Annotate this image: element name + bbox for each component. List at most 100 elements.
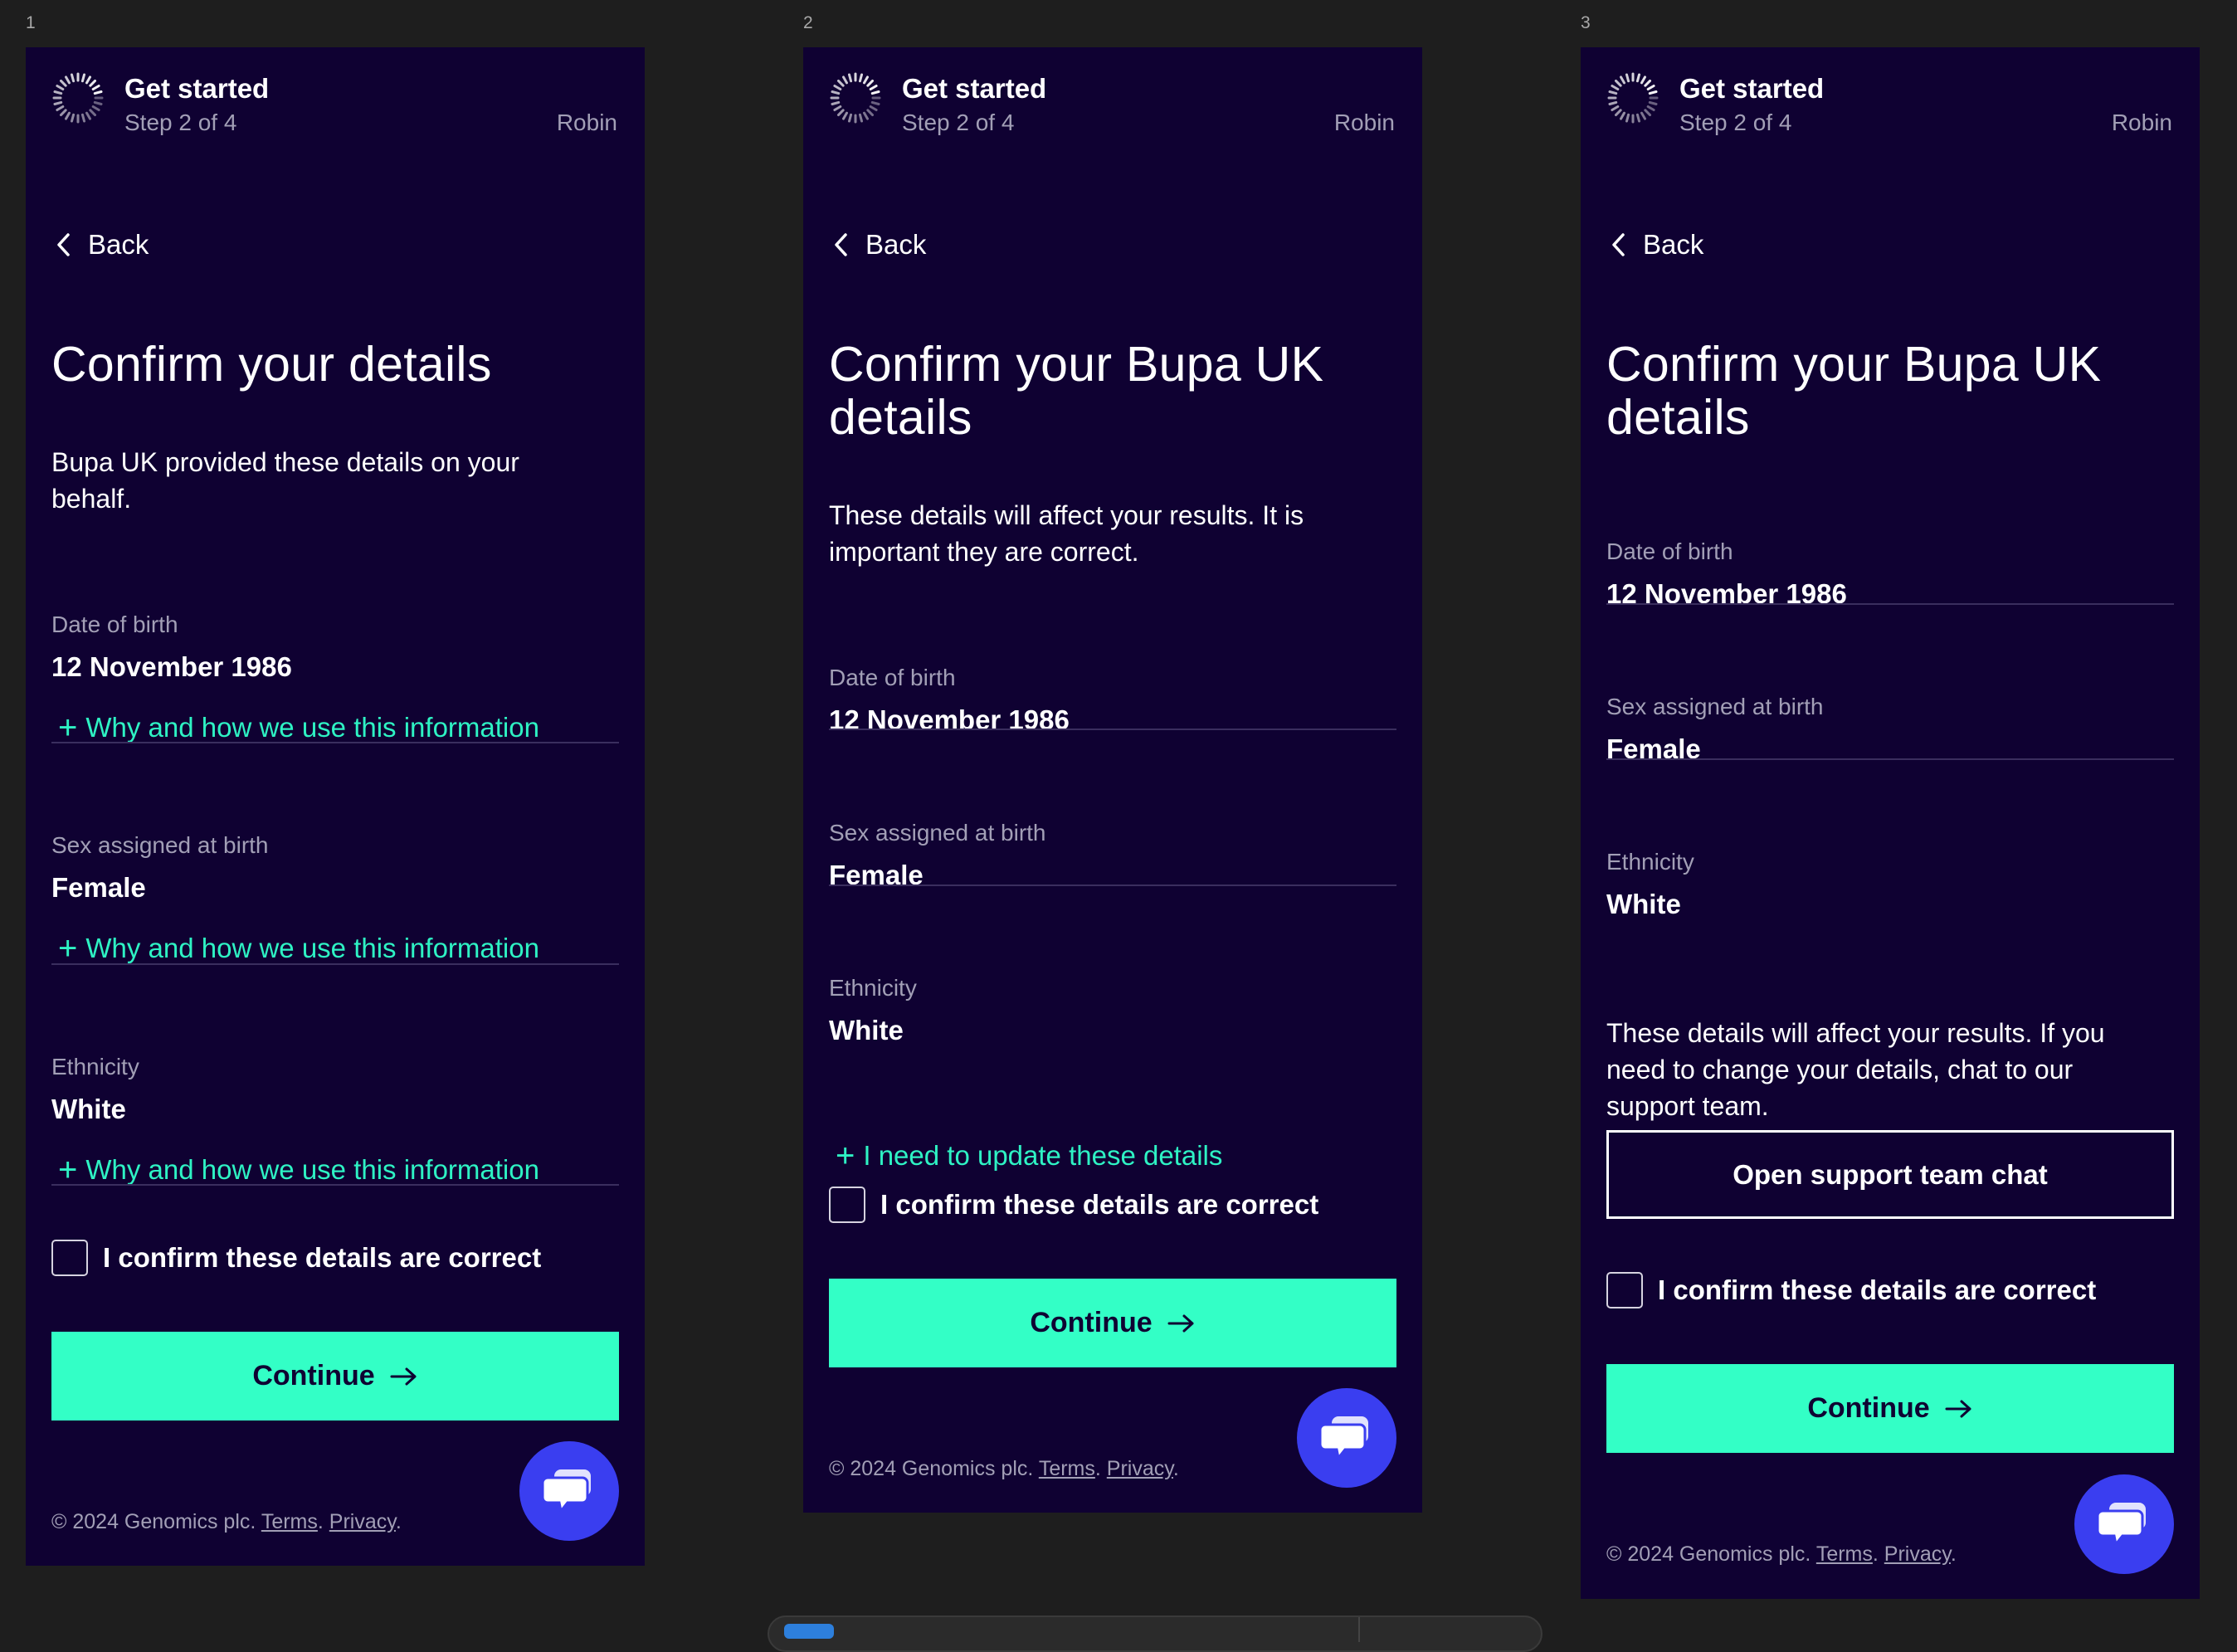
continue-button[interactable]: Continue bbox=[1606, 1364, 2174, 1453]
confirm-checkbox-row[interactable]: I confirm these details are correct bbox=[829, 1184, 1318, 1226]
continue-button[interactable]: Continue bbox=[51, 1332, 619, 1421]
footer: © 2024 Genomics plc. Terms. Privacy. bbox=[829, 1457, 1179, 1480]
footer: © 2024 Genomics plc. Terms. Privacy. bbox=[51, 1510, 402, 1533]
field-label-dob: Date of birth bbox=[829, 665, 956, 690]
privacy-link[interactable]: Privacy bbox=[1107, 1457, 1173, 1480]
continue-label: Continue bbox=[252, 1360, 375, 1391]
why-info-label: Why and how we use this information bbox=[85, 933, 539, 963]
chevron-left-icon bbox=[1612, 233, 1625, 256]
back-link[interactable]: Back bbox=[829, 227, 926, 263]
divider bbox=[1606, 603, 2174, 605]
field-label-dob: Date of birth bbox=[51, 612, 178, 637]
field-value-dob: 12 November 1986 bbox=[1606, 578, 1847, 609]
back-link[interactable]: Back bbox=[51, 227, 149, 263]
field-value-ethnicity: White bbox=[51, 1094, 126, 1124]
frame-confirm-details-v3: Get started Step 2 of 4 Robin Back Confi… bbox=[1581, 47, 2200, 1599]
chat-bubbles-icon bbox=[2098, 1503, 2146, 1547]
confirm-checkbox[interactable] bbox=[829, 1187, 865, 1223]
why-info-label: Why and how we use this information bbox=[85, 1154, 539, 1185]
app-header: Get started Step 2 of 4 Robin bbox=[1606, 71, 2174, 135]
field-value-sex: Female bbox=[1606, 733, 1701, 764]
header-user-name: Robin bbox=[556, 110, 617, 135]
field-value-ethnicity: White bbox=[829, 1015, 904, 1045]
field-value-sex: Female bbox=[829, 860, 924, 890]
field-label-ethnicity: Ethnicity bbox=[1606, 849, 1694, 875]
continue-button[interactable]: Continue bbox=[829, 1279, 1396, 1367]
continue-label: Continue bbox=[1030, 1307, 1153, 1338]
page-title: Confirm your details bbox=[51, 337, 492, 392]
design-canvas: 1 Get started Step 2 of 4 Robin Back Con… bbox=[0, 0, 2237, 1652]
why-info-link-dob[interactable]: + Why and how we use this information bbox=[58, 711, 539, 744]
chat-button[interactable] bbox=[1297, 1388, 1396, 1488]
field-value-sex: Female bbox=[51, 872, 146, 903]
terms-link[interactable]: Terms bbox=[1039, 1457, 1095, 1480]
field-value-dob: 12 November 1986 bbox=[51, 651, 292, 682]
why-info-link-sex[interactable]: + Why and how we use this information bbox=[58, 932, 539, 965]
field-value-dob: 12 November 1986 bbox=[829, 704, 1070, 735]
arrow-right-icon bbox=[1167, 1314, 1194, 1332]
header-step: Step 2 of 4 bbox=[1679, 110, 1792, 135]
why-info-link-ethnicity[interactable]: + Why and how we use this information bbox=[58, 1153, 539, 1187]
chat-bubbles-icon bbox=[1320, 1416, 1368, 1461]
why-info-label: Why and how we use this information bbox=[85, 712, 539, 743]
field-label-ethnicity: Ethnicity bbox=[51, 1054, 139, 1079]
back-label: Back bbox=[88, 229, 149, 260]
update-details-label: I need to update these details bbox=[863, 1140, 1223, 1171]
confirm-checkbox[interactable] bbox=[51, 1240, 88, 1276]
field-label-ethnicity: Ethnicity bbox=[829, 975, 917, 1001]
field-value-ethnicity: White bbox=[1606, 889, 1681, 919]
copyright: © 2024 Genomics plc. bbox=[51, 1510, 256, 1533]
chat-bubbles-icon bbox=[543, 1469, 591, 1514]
frame-confirm-details-v2: Get started Step 2 of 4 Robin Back Confi… bbox=[803, 47, 1422, 1513]
back-label: Back bbox=[865, 229, 927, 260]
frame-number: 3 bbox=[1581, 13, 1591, 32]
chat-button[interactable] bbox=[519, 1441, 619, 1541]
field-label-sex: Sex assigned at birth bbox=[51, 832, 269, 858]
dock-separator bbox=[1358, 1617, 1360, 1642]
page-title: Confirm your Bupa UK details bbox=[829, 337, 1324, 445]
terms-link[interactable]: Terms bbox=[1816, 1542, 1873, 1566]
field-label-sex: Sex assigned at birth bbox=[829, 820, 1046, 845]
continue-label: Continue bbox=[1807, 1392, 1930, 1424]
divider bbox=[51, 963, 619, 965]
open-support-chat-button[interactable]: Open support team chat bbox=[1606, 1130, 2174, 1219]
terms-link[interactable]: Terms bbox=[261, 1510, 318, 1533]
divider bbox=[51, 742, 619, 743]
header-title: Get started bbox=[1679, 73, 1825, 104]
confirm-checkbox[interactable] bbox=[1606, 1272, 1643, 1308]
privacy-link[interactable]: Privacy bbox=[329, 1510, 396, 1533]
chevron-left-icon bbox=[835, 233, 847, 256]
intro-text: Bupa UK provided these details on your b… bbox=[51, 447, 519, 514]
confirm-checkbox-row[interactable]: I confirm these details are correct bbox=[51, 1237, 541, 1279]
plus-icon: + bbox=[58, 930, 78, 967]
support-info-text: These details will affect your results. … bbox=[1606, 1018, 2105, 1121]
intro-text: These details will affect your results. … bbox=[829, 500, 1304, 567]
confirm-checkbox-row[interactable]: I confirm these details are correct bbox=[1606, 1269, 2096, 1311]
divider bbox=[1606, 758, 2174, 760]
field-label-sex: Sex assigned at birth bbox=[1606, 694, 1824, 719]
app-header: Get started Step 2 of 4 Robin bbox=[829, 71, 1396, 135]
plus-icon: + bbox=[58, 709, 78, 746]
confirm-label: I confirm these details are correct bbox=[1658, 1274, 2097, 1305]
chevron-left-icon bbox=[57, 233, 70, 256]
app-dock bbox=[768, 1615, 1543, 1652]
frame-confirm-details-v1: Get started Step 2 of 4 Robin Back Confi… bbox=[26, 47, 645, 1566]
arrow-right-icon bbox=[390, 1367, 417, 1385]
frame-number: 1 bbox=[26, 13, 36, 32]
dock-app-icon[interactable] bbox=[784, 1624, 834, 1639]
chat-button[interactable] bbox=[2074, 1474, 2174, 1574]
header-user-name: Robin bbox=[2111, 110, 2172, 135]
app-header: Get started Step 2 of 4 Robin bbox=[51, 71, 619, 135]
back-link[interactable]: Back bbox=[1606, 227, 1703, 263]
confirm-label: I confirm these details are correct bbox=[103, 1242, 542, 1273]
privacy-link[interactable]: Privacy bbox=[1884, 1542, 1951, 1566]
divider bbox=[51, 1184, 619, 1186]
copyright: © 2024 Genomics plc. bbox=[1606, 1542, 1811, 1566]
header-step: Step 2 of 4 bbox=[124, 110, 237, 135]
field-label-dob: Date of birth bbox=[1606, 538, 1733, 564]
header-title: Get started bbox=[902, 73, 1047, 104]
footer: © 2024 Genomics plc. Terms. Privacy. bbox=[1606, 1542, 1957, 1566]
update-details-link[interactable]: + I need to update these details bbox=[836, 1139, 1222, 1172]
header-user-name: Robin bbox=[1333, 110, 1395, 135]
loading-spinner-logo-icon bbox=[52, 72, 104, 124]
